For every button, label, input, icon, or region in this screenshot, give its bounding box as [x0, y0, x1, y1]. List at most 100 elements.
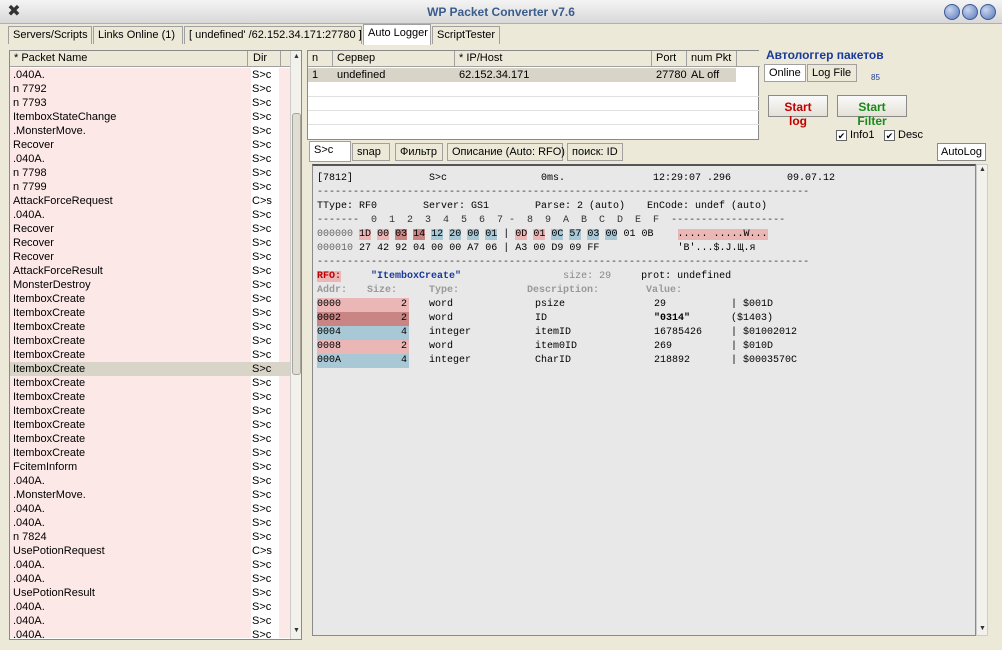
packet-row[interactable]: .040A. S>c [10, 600, 292, 614]
hex-byte[interactable]: 04 [413, 243, 425, 254]
packet-row[interactable]: .040A. S>c [10, 558, 292, 572]
packet-row[interactable]: FcitemInform S>c [10, 460, 292, 474]
col-n[interactable]: n [308, 51, 333, 67]
packet-row[interactable]: Recover S>c [10, 138, 292, 152]
packet-row[interactable]: .MonsterMove. S>c [10, 488, 292, 502]
col-packet-name[interactable]: * Packet Name [10, 51, 248, 67]
hex-byte[interactable]: 42 [377, 243, 389, 254]
tab-search-id[interactable]: поиск: ID [567, 143, 623, 161]
hex-byte[interactable]: 00 [377, 229, 390, 240]
hex-byte[interactable]: D9 [551, 243, 563, 254]
hex-byte[interactable]: 00 [533, 243, 545, 254]
packet-row[interactable]: MonsterDestroy S>c [10, 278, 292, 292]
packet-row[interactable]: ItemboxCreate S>c [10, 446, 292, 460]
packet-row[interactable]: n 7799 S>c [10, 180, 292, 194]
struct-field-row[interactable]: 0002 2 word ID "0314" ($1403) [317, 312, 773, 326]
tab-connection[interactable]: [ undefined' /62.152.34.171:27780 ] [184, 26, 362, 44]
hex-byte[interactable]: A3 [515, 243, 527, 254]
packet-row[interactable]: ItemboxStateChange S>c [10, 110, 292, 124]
hex-byte[interactable]: 14 [413, 229, 426, 240]
hex-byte[interactable]: 09 [569, 243, 581, 254]
packet-row[interactable]: .040A. S>c [10, 208, 292, 222]
packet-row[interactable]: ItemboxCreate S>c [10, 306, 292, 320]
packet-row[interactable]: ItemboxCreate S>c [10, 334, 292, 348]
tab-auto-logger[interactable]: Auto Logger [363, 24, 431, 45]
hex-byte[interactable]: 12 [431, 229, 444, 240]
col-num-pkt[interactable]: num Pkt [687, 51, 737, 67]
struct-field-row[interactable]: 000A 4 integer CharID 218892 | $0003570C [317, 354, 797, 368]
hex-byte[interactable]: 57 [569, 229, 582, 240]
packet-row[interactable]: .040A. S>c [10, 474, 292, 488]
packet-row[interactable]: AttackForceRequest C>s [10, 194, 292, 208]
struct-field-row[interactable]: 0000 2 word psize 29 | $001D [317, 298, 773, 312]
packet-row[interactable]: .040A. S>c [10, 516, 292, 530]
desc-checkbox[interactable]: ✔ Desc [884, 129, 923, 145]
packet-row[interactable]: ItemboxCreate S>c [10, 404, 292, 418]
tab-online[interactable]: Online [764, 64, 806, 82]
hex-byte[interactable]: FF [587, 243, 599, 254]
struct-field-row[interactable]: 0004 4 integer itemID 16785426 | $01002012 [317, 326, 797, 340]
hex-byte[interactable]: 0B [642, 229, 654, 240]
hex-byte[interactable]: 0D [515, 229, 528, 240]
hex-byte[interactable]: 00 [605, 229, 618, 240]
col-port[interactable]: Port [652, 51, 687, 67]
info1-checkbox[interactable]: ✔ Info1 [836, 129, 874, 145]
packet-row[interactable]: AttackForceResult S>c [10, 264, 292, 278]
packet-row[interactable]: ItemboxCreate S>c [10, 348, 292, 362]
packet-row[interactable]: .040A. S>c [10, 68, 292, 82]
tab-servers-scripts[interactable]: Servers/Scripts [8, 26, 92, 44]
close-button[interactable] [980, 4, 996, 20]
scroll-up-icon[interactable]: ▲ [977, 166, 988, 173]
packet-row[interactable]: n 7793 S>c [10, 96, 292, 110]
hex-byte[interactable]: 20 [449, 229, 462, 240]
packet-row[interactable]: ItemboxCreate S>c [10, 432, 292, 446]
hex-byte[interactable]: 92 [395, 243, 407, 254]
hex-byte[interactable]: 0C [551, 229, 564, 240]
tab-s-c[interactable]: S>c [309, 141, 351, 162]
hex-byte[interactable]: 01 [623, 229, 635, 240]
hex-byte[interactable]: A7 [467, 243, 479, 254]
col-ip-host[interactable]: * IP/Host [455, 51, 652, 67]
tab-links-online[interactable]: Links Online (1) [93, 26, 183, 44]
hex-byte[interactable]: 00 [431, 243, 443, 254]
hex-byte[interactable]: 03 [395, 229, 408, 240]
packet-row[interactable]: ItemboxCreate S>c [10, 418, 292, 432]
packet-row[interactable]: ItemboxCreate S>c [10, 390, 292, 404]
packet-row[interactable]: ItemboxCreate S>c [10, 376, 292, 390]
packet-row[interactable]: Recover S>c [10, 236, 292, 250]
hex-byte[interactable]: 03 [587, 229, 600, 240]
hex-byte[interactable]: 00 [449, 243, 461, 254]
maximize-button[interactable] [962, 4, 978, 20]
struct-field-row[interactable]: 0008 2 word item0ID 269 | $010D [317, 340, 773, 354]
packet-row[interactable]: .040A. S>c [10, 628, 292, 638]
packet-row[interactable]: n 7792 S>c [10, 82, 292, 96]
scroll-down-icon[interactable]: ▼ [291, 627, 302, 634]
packet-row[interactable]: .040A. S>c [10, 614, 292, 628]
scroll-up-icon[interactable]: ▲ [291, 53, 302, 60]
hex-byte[interactable]: 27 [359, 243, 371, 254]
hex-byte[interactable]: 01 [533, 229, 546, 240]
col-server[interactable]: Сервер [333, 51, 455, 67]
packet-row[interactable]: ItemboxCreate S>c [10, 320, 292, 334]
tab-description[interactable]: Описание (Auto: RFO) [447, 143, 565, 161]
packet-row[interactable]: .040A. S>c [10, 572, 292, 586]
hex-byte[interactable]: 01 [485, 229, 498, 240]
packet-list-scrollbar[interactable]: ▲ ▼ [290, 51, 301, 639]
detail-scrollbar[interactable]: ▲ ▼ [976, 164, 988, 636]
tab-snap[interactable]: snap [352, 143, 390, 161]
connection-row[interactable]: 1 undefined 62.152.34.171 27780 AL off [308, 68, 736, 82]
scroll-down-icon[interactable]: ▼ [977, 625, 988, 632]
hex-byte[interactable]: 00 [467, 229, 480, 240]
packet-row[interactable]: UsePotionResult S>c [10, 586, 292, 600]
packet-row[interactable]: Recover S>c [10, 222, 292, 236]
tab-filter[interactable]: Фильтр [395, 143, 443, 161]
scroll-thumb[interactable] [292, 113, 301, 375]
autolog-button[interactable]: AutoLog [937, 143, 986, 161]
packet-row[interactable]: Recover S>c [10, 250, 292, 264]
hex-byte[interactable]: 06 [485, 243, 497, 254]
packet-row[interactable]: ItemboxCreate S>c [10, 292, 292, 306]
col-dir[interactable]: Dir [249, 51, 281, 67]
tab-script-tester[interactable]: ScriptTester [432, 26, 500, 44]
hex-byte[interactable]: 1D [359, 229, 372, 240]
packet-row[interactable]: .MonsterMove. S>c [10, 124, 292, 138]
